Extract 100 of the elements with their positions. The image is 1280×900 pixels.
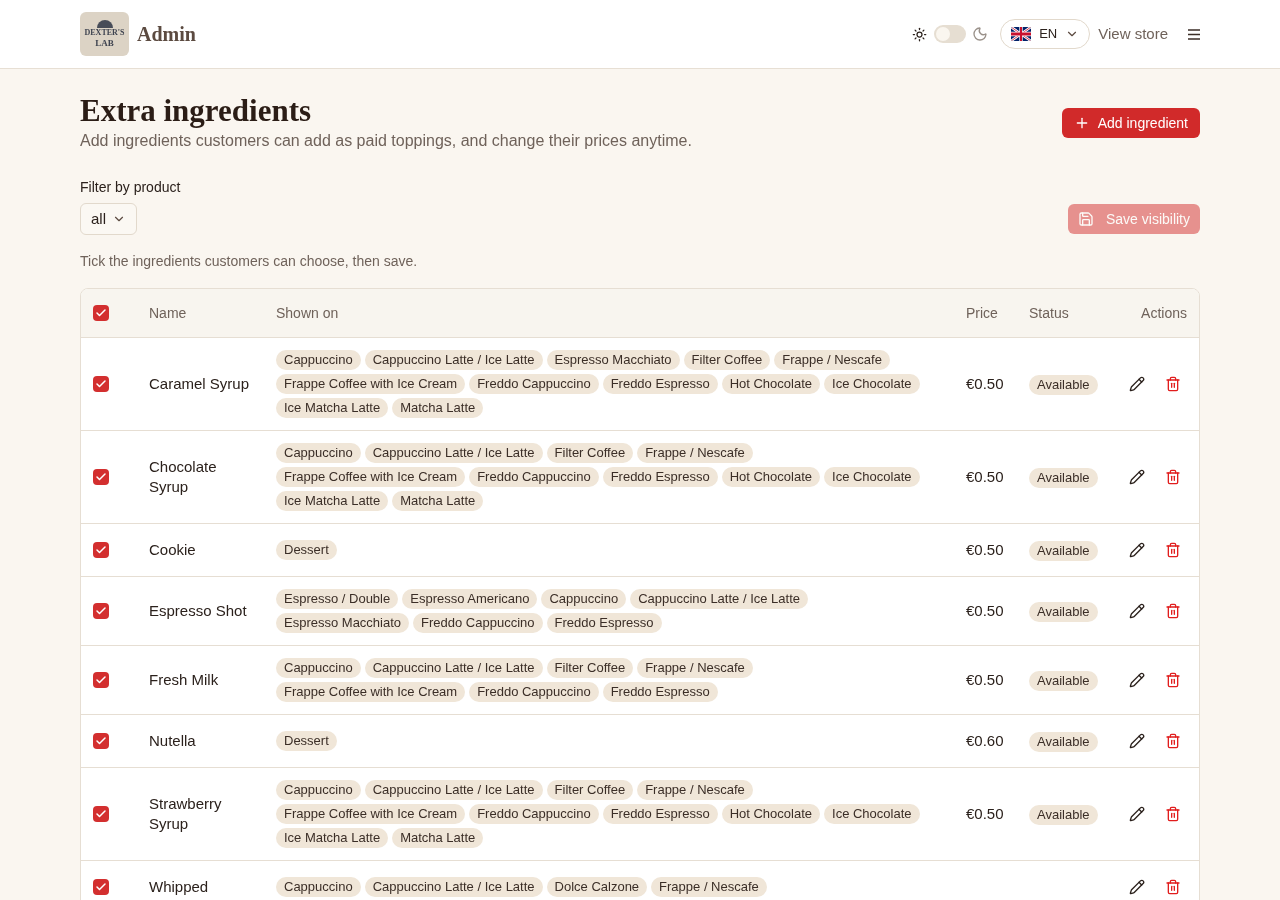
trash-icon <box>1165 733 1181 749</box>
product-tag: Filter Coffee <box>546 658 634 678</box>
check-icon <box>95 378 107 390</box>
status-badge: Available <box>1029 468 1098 488</box>
price-text: €0.60 <box>966 732 1004 749</box>
check-icon <box>95 307 107 319</box>
product-tag: Ice Matcha Latte <box>276 828 389 848</box>
product-tag: Filter Coffee <box>546 443 634 463</box>
app-title: Admin <box>137 22 196 47</box>
product-tag: Espresso / Double <box>276 589 399 609</box>
status-badge: Available <box>1029 375 1098 395</box>
row-checkbox[interactable] <box>93 879 109 895</box>
product-tag: Dessert <box>276 731 337 751</box>
check-icon <box>95 808 107 820</box>
trash-icon <box>1165 376 1181 392</box>
flag-icon <box>1011 27 1032 41</box>
save-icon <box>1077 211 1094 227</box>
sun-icon <box>912 26 928 42</box>
check-icon <box>95 881 107 893</box>
price-text: €0.50 <box>966 805 1004 822</box>
product-tag: Frappe / Nescafe <box>774 350 890 370</box>
hint-text: Tick the ingredients customers can choose, then save. <box>80 252 419 271</box>
product-filter-select[interactable]: all <box>80 203 137 235</box>
product-tag: Frappe Coffee with Ice Cream <box>276 467 466 487</box>
row-checkbox[interactable] <box>93 806 109 822</box>
arch-icon <box>94 20 115 28</box>
product-tag: Frappe / Nescafe <box>637 780 753 800</box>
row-checkbox[interactable] <box>93 672 109 688</box>
product-tag: Espresso Macchiato <box>546 350 680 370</box>
product-tag: Cappuccino Latte / Ice Latte <box>364 350 543 370</box>
trash-icon <box>1165 469 1181 485</box>
check-icon <box>95 735 107 747</box>
status-badge: Available <box>1029 541 1098 561</box>
product-tag: Cappuccino Latte / Ice Latte <box>364 780 543 800</box>
product-tag: Freddo Espresso <box>546 613 662 633</box>
menu-button[interactable] <box>1188 28 1200 40</box>
pencil-icon <box>1129 672 1145 688</box>
product-tag: Cappuccino <box>276 877 361 897</box>
filter-label: Filter by product <box>80 178 181 197</box>
pencil-icon <box>1129 376 1145 392</box>
product-tag: Hot Chocolate <box>721 804 821 824</box>
ingredient-name: Nutella <box>149 731 197 751</box>
check-icon <box>95 674 107 686</box>
product-tag: Freddo Espresso <box>602 804 718 824</box>
ingredient-name: Cookie <box>149 540 197 560</box>
price-text: €0.50 <box>966 468 1004 485</box>
ingredient-name: Chocolate Syrup <box>149 457 218 497</box>
status-badge: Available <box>1029 602 1098 622</box>
menu-icon <box>1188 28 1200 40</box>
theme-switch[interactable] <box>934 25 967 43</box>
product-tag: Freddo Cappuccino <box>469 682 599 702</box>
moon-icon <box>972 26 989 42</box>
status-badge: Available <box>1029 732 1098 752</box>
ingredient-name: Strawberry Syrup <box>149 794 223 834</box>
pencil-icon <box>1129 603 1145 619</box>
product-tag: Cappuccino <box>276 350 361 370</box>
row-checkbox[interactable] <box>93 376 109 392</box>
product-tag: Cappuccino Latte / Ice Latte <box>630 589 808 609</box>
product-tag: Frappe / Nescafe <box>651 877 767 897</box>
row-checkbox[interactable] <box>93 469 109 485</box>
trash-icon <box>1165 879 1181 895</box>
check-icon <box>95 605 107 617</box>
product-tag: Ice Chocolate <box>824 374 920 394</box>
product-tag: Dessert <box>276 540 337 560</box>
status-badge: Available <box>1029 805 1098 825</box>
product-tag: Cappuccino <box>276 780 361 800</box>
view-store-link[interactable]: View store <box>1098 22 1168 46</box>
product-tag: Hot Chocolate <box>721 467 821 487</box>
ingredient-name: Fresh Milk <box>149 670 220 690</box>
price-text: €0.50 <box>966 671 1004 688</box>
product-tag: Matcha Latte <box>392 828 484 848</box>
pencil-icon <box>1129 469 1145 485</box>
logo-text: DEXTER'S <box>84 28 125 38</box>
product-tag: Cappuccino Latte / Ice Latte <box>364 443 543 463</box>
column-header: Name <box>149 305 187 321</box>
product-tag: Cappuccino Latte / Ice Latte <box>364 877 543 897</box>
product-tag: Dolce Calzone <box>546 877 648 897</box>
select-all-checkbox[interactable] <box>93 305 109 321</box>
product-tag: Frappe / Nescafe <box>637 658 753 678</box>
logo-text: LAB <box>95 38 114 48</box>
product-tag: Freddo Cappuccino <box>413 613 543 633</box>
product-tag: Ice Matcha Latte <box>276 398 389 418</box>
column-header: Shown on <box>276 305 339 321</box>
product-tag: Hot Chocolate <box>721 374 821 394</box>
product-tag: Freddo Cappuccino <box>469 467 599 487</box>
product-tag: Ice Chocolate <box>824 467 920 487</box>
status-badge: Available <box>1029 671 1098 691</box>
product-tag: Freddo Espresso <box>602 374 718 394</box>
row-checkbox[interactable] <box>93 542 109 558</box>
trash-icon <box>1165 672 1181 688</box>
page-subtitle: Add ingredients customers can add as paid toppings, and change their prices anytime. <box>80 131 692 151</box>
row-checkbox[interactable] <box>93 733 109 749</box>
product-tag: Cappuccino <box>276 443 361 463</box>
product-tag: Cappuccino <box>276 658 361 678</box>
pencil-icon <box>1129 879 1145 895</box>
add-ingredient-button[interactable]: Add ingredient <box>1061 108 1200 138</box>
product-tag: Ice Chocolate <box>824 804 920 824</box>
pencil-icon <box>1129 733 1145 749</box>
row-checkbox[interactable] <box>93 603 109 619</box>
product-tag: Freddo Cappuccino <box>469 804 599 824</box>
